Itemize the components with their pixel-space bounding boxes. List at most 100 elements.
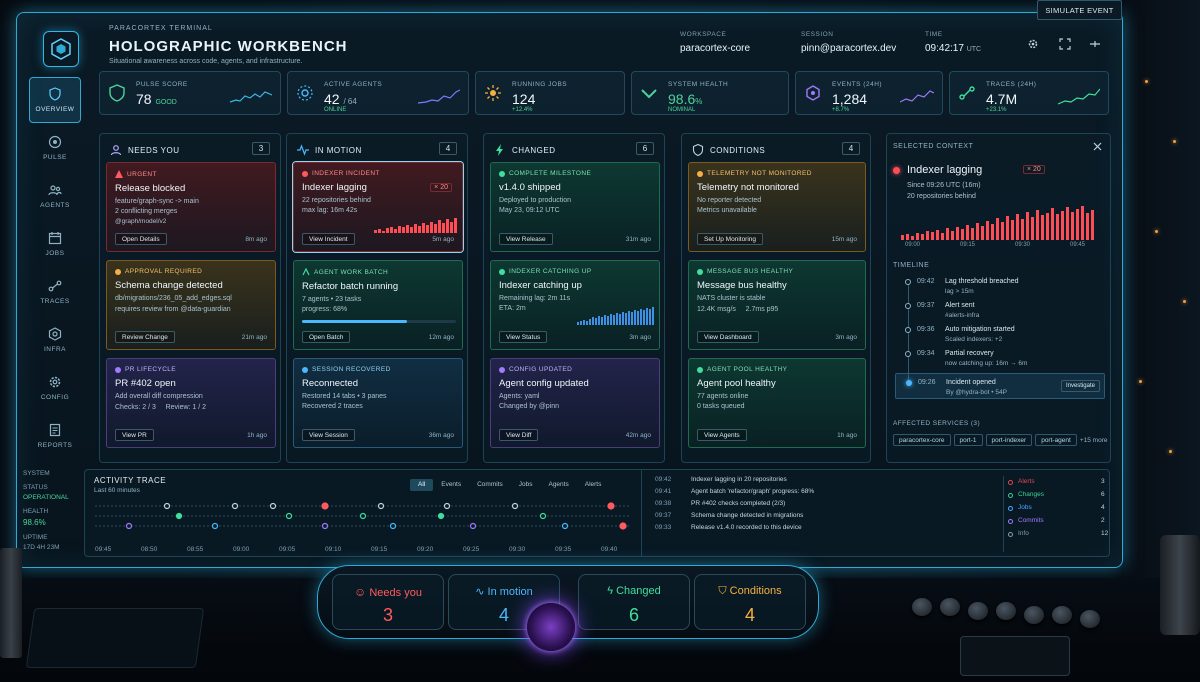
sidebar-item-infra[interactable]: INFRA: [29, 317, 81, 363]
set-up-monitoring-button[interactable]: Set Up Monitoring: [697, 233, 764, 245]
timeline-time: 09:37: [917, 302, 935, 309]
agents-icon: [297, 85, 313, 101]
more-services[interactable]: +15 more: [1080, 437, 1108, 444]
log-message: Release v1.4.0 recorded to this device: [691, 524, 802, 531]
card-schema-change[interactable]: APPROVAL REQUIRED Schema change detected…: [106, 260, 276, 350]
review-change-button[interactable]: Review Change: [115, 331, 175, 343]
logo: [43, 31, 79, 67]
bolt-icon: [496, 144, 503, 156]
filter-tab-alerts[interactable]: Alerts: [577, 479, 610, 491]
filter-tab-jobs[interactable]: Jobs: [511, 479, 541, 491]
column-changed: CHANGED 6 COMPLETE MILESTONE v1.4.0 ship…: [483, 133, 665, 463]
session-value[interactable]: pinn@paracortex.dev: [801, 43, 896, 54]
kpi-note: +23.1%: [986, 107, 1007, 113]
jobs-icon: [485, 85, 501, 101]
service-chip[interactable]: port-indexer: [985, 434, 1033, 446]
since-text: Since 09:26 UTC (16m): [907, 182, 981, 189]
close-icon[interactable]: [1093, 142, 1102, 151]
card-message-bus[interactable]: MESSAGE BUS HEALTHY Message bus healthy …: [688, 260, 866, 350]
open-details-button[interactable]: Open Details: [115, 233, 167, 245]
open-batch-button[interactable]: Open Batch: [302, 331, 351, 343]
sidebar-item-config[interactable]: CONFIG: [29, 365, 81, 411]
knob: [940, 598, 960, 616]
card-indexer-catching-up[interactable]: INDEXER CATCHING UP Indexer catching up …: [490, 260, 660, 350]
card-line: 22 repositories behind: [302, 197, 371, 204]
axis-tick: 09:35: [555, 546, 572, 553]
sidebar-item-pulse[interactable]: PULSE: [29, 125, 81, 171]
filter-tab-commits[interactable]: Commits: [469, 479, 511, 491]
sidebar-item-traces[interactable]: TRACES: [29, 269, 81, 315]
kpi-active-agents[interactable]: ACTIVE AGENTS 42 / 64 ONLINE: [287, 71, 469, 115]
card-line: requires review from @data-guardian: [115, 306, 231, 314]
pulse-wave-icon: ∿: [475, 586, 485, 598]
kpi-traces[interactable]: TRACES (24H) 4.7M +23.1%: [949, 71, 1109, 115]
kpi-system-health[interactable]: SYSTEM HEALTH 98.6% NOMINAL: [631, 71, 789, 115]
service-chip[interactable]: port-1: [953, 434, 983, 446]
kpi-running-jobs[interactable]: RUNNING JOBS 124 +12.4%: [475, 71, 625, 115]
workspace-value[interactable]: paracortex-core: [680, 43, 750, 54]
view-agents-button[interactable]: View Agents: [697, 429, 747, 441]
system-label: SYSTEM: [23, 470, 50, 477]
view-session-button[interactable]: View Session: [302, 429, 355, 441]
card-refactor-batch[interactable]: AGENT WORK BATCH Refactor batch running …: [293, 260, 463, 350]
simulate-event-button[interactable]: SIMULATE EVENT: [1037, 0, 1122, 20]
view-release-button[interactable]: View Release: [499, 233, 553, 245]
card-telemetry[interactable]: TELEMETRY NOT MONITORED Telemetry not mo…: [688, 162, 866, 252]
console-conditions[interactable]: ⛉ Conditions 4: [694, 574, 806, 630]
kpi-events[interactable]: EVENTS (24H) 1,284 +8.7%: [795, 71, 943, 115]
kpi-note: NOMINAL: [668, 107, 696, 113]
filter-tab-events[interactable]: Events: [433, 479, 469, 491]
axis-tick: 09:00: [905, 242, 921, 248]
kpi-label: TRACES (24H): [986, 81, 1037, 88]
focus-icon[interactable]: [1059, 38, 1071, 50]
investigate-button[interactable]: Investigate: [1060, 380, 1100, 392]
console-label-text: Needs you: [369, 587, 422, 599]
lag-badge: × 20: [430, 183, 452, 192]
activity-axis: 09:45 08:50 08:55 09:00 09:05 09:10 09:1…: [95, 546, 630, 556]
timeline-title: Incident opened: [946, 379, 996, 386]
timeline-sub: lag > 15m: [945, 288, 974, 295]
kpi-unit: %: [695, 97, 703, 106]
legend-swatch: [1008, 519, 1013, 524]
card-reconnected[interactable]: SESSION RECOVERED Reconnected Restored 1…: [293, 358, 463, 448]
card-indexer-lagging[interactable]: INDEXER INCIDENT Indexer lagging × 20 22…: [293, 162, 463, 252]
view-diff-button[interactable]: View Diff: [499, 429, 539, 441]
card-release-blocked[interactable]: URGENT Release blocked feature/graph-syn…: [106, 162, 276, 252]
kpi-pulse-score[interactable]: PULSE SCORE 78 GOOD: [99, 71, 281, 115]
view-dashboard-button[interactable]: View Dashboard: [697, 331, 759, 343]
sidebar-item-agents[interactable]: AGENTS: [29, 173, 81, 219]
sidebar-item-reports[interactable]: REPORTS: [29, 413, 81, 459]
service-chip[interactable]: port-agent: [1035, 434, 1077, 446]
knob: [1052, 606, 1072, 624]
card-agent-config[interactable]: CONFIG UPDATED Agent config updated Agen…: [490, 358, 660, 448]
keyboard-panel: [960, 636, 1070, 676]
card-pr-402[interactable]: PR LIFECYCLE PR #402 open Add overall di…: [106, 358, 276, 448]
console-needs-you[interactable]: ☺ Needs you 3: [332, 574, 444, 630]
view-status-button[interactable]: View Status: [499, 331, 548, 343]
column-header: IN MOTION: [297, 144, 362, 156]
log-message: Indexer lagging in 20 repositories: [691, 476, 787, 483]
log-time: 09:41: [655, 488, 672, 495]
card-v140-shipped[interactable]: COMPLETE MILESTONE v1.4.0 shipped Deploy…: [490, 162, 660, 252]
gear-icon[interactable]: [1027, 38, 1039, 50]
sidebar-item-overview[interactable]: OVERVIEW: [29, 77, 81, 123]
column-count: 4: [439, 142, 457, 155]
timeline-item-highlight[interactable]: 09:26 Incident opened By @hydra-bot • 54…: [895, 373, 1105, 399]
kpi-unit: / 64: [343, 97, 357, 106]
cube-core-icon[interactable]: [527, 603, 575, 651]
card-line: Metrics unavailable: [697, 207, 757, 215]
pin-icon[interactable]: [1089, 38, 1101, 50]
filter-tab-all[interactable]: All: [410, 479, 434, 491]
view-incident-button[interactable]: View Incident: [302, 233, 355, 245]
service-chip[interactable]: paracortex-core: [893, 434, 951, 446]
timeline-node: [905, 303, 911, 309]
card-agent-pool[interactable]: AGENT POOL HEALTHY Agent pool healthy 77…: [688, 358, 866, 448]
sidebar-item-jobs[interactable]: JOBS: [29, 221, 81, 267]
time-label: TIME: [925, 31, 943, 38]
filter-tab-agents[interactable]: Agents: [540, 479, 576, 491]
card-tag-label: INDEXER CATCHING UP: [509, 268, 592, 275]
view-pr-button[interactable]: View PR: [115, 429, 154, 441]
card-title: Release blocked: [115, 183, 186, 194]
column-header: NEEDS YOU: [110, 144, 179, 156]
console-changed[interactable]: ϟ Changed 6: [578, 574, 690, 630]
